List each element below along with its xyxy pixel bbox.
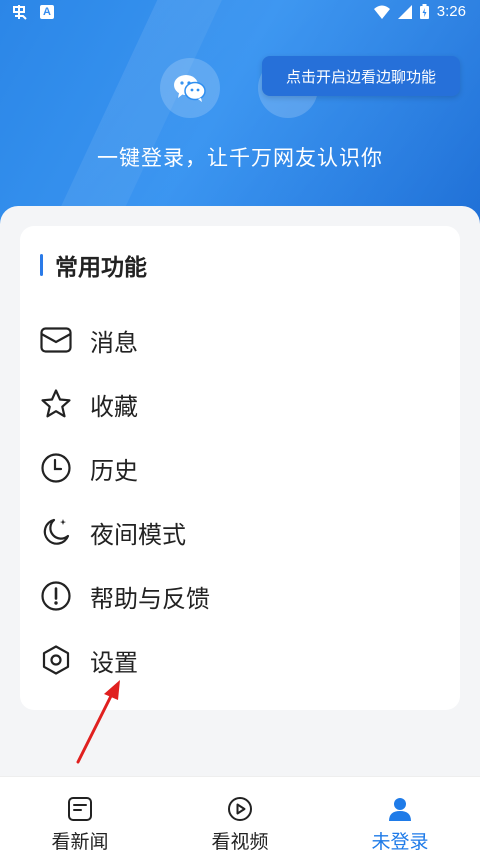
app-notification-icon (13, 5, 27, 20)
menu-item-help-feedback[interactable]: 帮助与反馈 (40, 570, 440, 622)
menu-label: 历史 (90, 456, 138, 485)
section-title: 常用功能 (40, 248, 147, 282)
tab-not-logged-in[interactable]: 未登录 (320, 777, 480, 853)
hexagon-settings-icon (42, 645, 70, 675)
section-accent-bar (40, 254, 43, 276)
bottom-tab-bar: 看新闻 看视频 未登录 (0, 776, 480, 853)
play-icon (228, 797, 252, 821)
clock-icon (41, 453, 71, 483)
menu-item-favorites[interactable]: 收藏 (40, 378, 440, 430)
menu-label: 帮助与反馈 (90, 584, 210, 613)
exclamation-icon (41, 581, 71, 611)
section-title-text: 常用功能 (55, 255, 147, 281)
clock-time: 3:26 (436, 3, 466, 20)
tab-news[interactable]: 看新闻 (0, 777, 160, 853)
menu-label: 收藏 (90, 392, 138, 421)
battery-icon (419, 4, 429, 19)
tab-video[interactable]: 看视频 (160, 777, 320, 853)
tab-label: 看新闻 (51, 831, 109, 853)
common-functions-card: 常用功能 消息 收藏 历史 夜间模式 帮助与反馈 设置 (20, 226, 460, 710)
mail-icon (40, 327, 72, 353)
chat-feature-tooltip[interactable]: 点击开启边看边聊功能 (262, 56, 460, 96)
star-icon (41, 389, 71, 418)
wechat-icon (174, 75, 206, 102)
menu-label: 夜间模式 (90, 520, 186, 549)
menu-item-night-mode[interactable]: 夜间模式 (40, 506, 440, 558)
red-pointer-arrow (76, 680, 120, 764)
tab-label: 未登录 (371, 831, 429, 853)
menu-item-messages[interactable]: 消息 (40, 314, 440, 366)
signal-icon (397, 4, 412, 19)
menu-label: 消息 (90, 328, 138, 357)
menu-item-history[interactable]: 历史 (40, 442, 440, 494)
moon-icon (43, 518, 70, 545)
wechat-login-button[interactable] (160, 58, 220, 118)
a-icon: A (40, 5, 54, 19)
tab-label: 看视频 (211, 831, 269, 853)
news-icon (68, 797, 92, 821)
status-bar: A 3:26 (0, 0, 480, 26)
user-icon (389, 798, 411, 821)
login-prompt[interactable]: 一键登录，让千万网友认识你 (0, 142, 480, 172)
wifi-icon (373, 5, 390, 19)
